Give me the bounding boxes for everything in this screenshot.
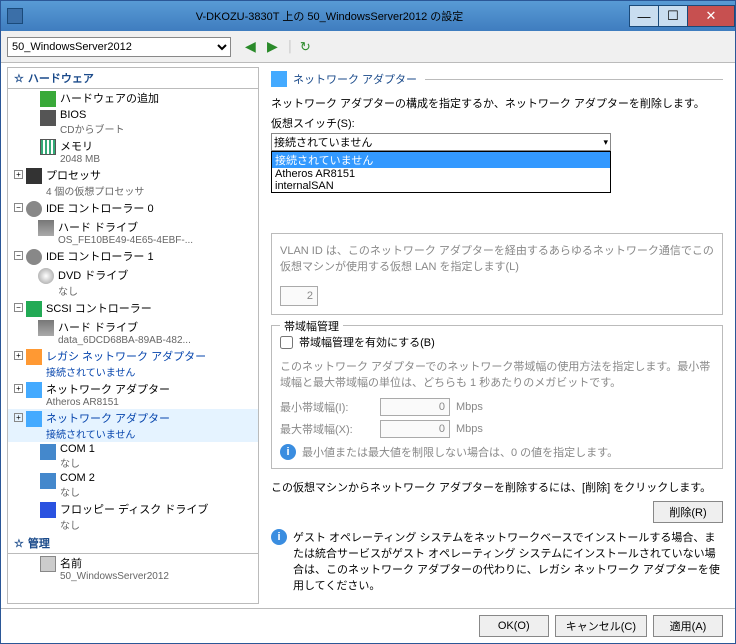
sidebar-item-processor[interactable]: +プロセッサ4 個の仮想プロセッサ (8, 166, 258, 199)
legacy-nic-icon (26, 349, 42, 365)
sidebar-item-memory[interactable]: メモリ2048 MB (8, 137, 258, 166)
ide-icon (26, 249, 42, 265)
memory-icon (40, 139, 56, 155)
nic-icon (26, 382, 42, 398)
nic-icon (271, 71, 287, 87)
sidebar-item-nic-disconnected[interactable]: +ネットワーク アダプター接続されていません (8, 409, 258, 442)
cancel-button[interactable]: キャンセル(C) (555, 615, 647, 637)
vswitch-label: 仮想スイッチ(S): (271, 115, 723, 131)
bandwidth-checkbox-label: 帯域幅管理を有効にする(B) (299, 334, 435, 350)
bandwidth-desc: このネットワーク アダプターでのネットワーク帯域幅の使用方法を指定します。最小帯… (280, 358, 714, 390)
app-icon (7, 8, 23, 24)
name-icon (40, 556, 56, 572)
footer-note: ゲスト オペレーティング システムをネットワークベースでインストールする場合、ま… (293, 529, 723, 593)
expand-icon[interactable]: + (14, 413, 23, 422)
titlebar[interactable]: V-DKOZU-3830T 上の 50_WindowsServer2012 の設… (1, 1, 735, 31)
collapse-icon[interactable]: − (14, 303, 23, 312)
bandwidth-checkbox[interactable] (280, 336, 293, 349)
maximize-button[interactable]: ☐ (658, 5, 688, 27)
min-bw-input (380, 398, 450, 416)
bios-icon (40, 110, 56, 126)
vlan-group: VLAN ID は、このネットワーク アダプターを経由するあらゆるネットワーク通… (271, 233, 723, 315)
vm-selector[interactable]: 50_WindowsServer2012 (7, 37, 231, 57)
ok-button[interactable]: OK(O) (479, 615, 549, 637)
info-icon: i (280, 444, 296, 460)
sidebar-item-hdd0[interactable]: ハード ドライブOS_FE10BE49-4E65-4EBF-... (8, 218, 258, 247)
vlan-id-input (280, 286, 318, 306)
bandwidth-title: 帯域幅管理 (280, 318, 343, 334)
processor-icon (26, 168, 42, 184)
hardware-section-header[interactable]: ☆ ハードウェア (8, 68, 258, 89)
expand-icon[interactable]: + (14, 351, 23, 360)
max-bw-label: 最大帯域幅(X): (280, 421, 380, 437)
sidebar-item-scsi[interactable]: −SCSI コントローラー (8, 299, 258, 318)
nav-forward-icon[interactable]: ▶ (267, 38, 285, 56)
remove-text: この仮想マシンからネットワーク アダプターを削除するには、[削除] をクリックし… (271, 479, 723, 495)
collapse-icon[interactable]: − (14, 251, 23, 260)
remove-button[interactable]: 削除(R) (653, 501, 723, 523)
info-icon: i (271, 529, 287, 545)
floppy-icon (40, 502, 56, 518)
sidebar-item-ide1[interactable]: −IDE コントローラー 1 (8, 247, 258, 266)
sidebar-item-ide0[interactable]: −IDE コントローラー 0 (8, 199, 258, 218)
serial-port-icon (40, 473, 56, 489)
sidebar-item-floppy[interactable]: フロッピー ディスク ドライブなし (8, 500, 258, 533)
ide-icon (26, 201, 42, 217)
sidebar-item-hdd1[interactable]: ハード ドライブdata_6DCD68BA-89AB-482... (8, 318, 258, 347)
nav-back-icon[interactable]: ◀ (245, 38, 263, 56)
chevron-down-icon: ▾ (603, 137, 608, 148)
sidebar-item-add-hardware[interactable]: ハードウェアの追加 (8, 89, 258, 108)
serial-port-icon (40, 444, 56, 460)
sidebar-item-name[interactable]: 名前50_WindowsServer2012 (8, 554, 258, 583)
vswitch-select[interactable]: 接続されていません▾ (271, 133, 611, 151)
sidebar-item-com1[interactable]: COM 1なし (8, 442, 258, 471)
vswitch-dropdown[interactable]: 接続されていません Atheros AR8151 internalSAN (271, 151, 611, 193)
sidebar-item-legacy-nic[interactable]: +レガシ ネットワーク アダプター接続されていません (8, 347, 258, 380)
minimize-button[interactable]: — (629, 5, 659, 27)
add-hardware-icon (40, 91, 56, 107)
vswitch-option[interactable]: Atheros AR8151 (272, 168, 610, 180)
vswitch-option[interactable]: internalSAN (272, 180, 610, 192)
main-header: ネットワーク アダプター (271, 71, 723, 87)
dialog-footer: OK(O) キャンセル(C) 適用(A) (1, 608, 735, 643)
sidebar-item-nic-atheros[interactable]: +ネットワーク アダプターAtheros AR8151 (8, 380, 258, 409)
min-bw-label: 最小帯域幅(I): (280, 399, 380, 415)
hard-drive-icon (38, 320, 54, 336)
collapse-icon[interactable]: − (14, 203, 23, 212)
sidebar-item-dvd[interactable]: DVD ドライブなし (8, 266, 258, 299)
max-bw-input (380, 420, 450, 438)
sidebar-item-com2[interactable]: COM 2なし (8, 471, 258, 500)
scsi-icon (26, 301, 42, 317)
bandwidth-group: 帯域幅管理 帯域幅管理を有効にする(B) このネットワーク アダプターでのネット… (271, 325, 723, 469)
close-button[interactable]: ✕ (687, 5, 735, 27)
vlan-desc: VLAN ID は、このネットワーク アダプターを経由するあらゆるネットワーク通… (280, 242, 714, 274)
window-title: V-DKOZU-3830T 上の 50_WindowsServer2012 の設… (29, 8, 630, 24)
hard-drive-icon (38, 220, 54, 236)
sidebar-item-bios[interactable]: BIOSCDからブート (8, 108, 258, 137)
main-description: ネットワーク アダプターの構成を指定するか、ネットワーク アダプターを削除します… (271, 95, 723, 111)
bandwidth-note: 最小値または最大値を制限しない場合は、0 の値を指定します。 (302, 444, 618, 460)
sidebar[interactable]: ☆ ハードウェア ハードウェアの追加 BIOSCDからブート メモリ2048 M… (7, 67, 259, 604)
expand-icon[interactable]: + (14, 170, 23, 179)
nic-icon (26, 411, 42, 427)
toolbar: 50_WindowsServer2012 ◀ ▶ │ ↻ (1, 31, 735, 63)
expand-icon[interactable]: + (14, 384, 23, 393)
vswitch-option[interactable]: 接続されていません (272, 152, 610, 168)
dvd-icon (38, 268, 54, 284)
main-panel: ネットワーク アダプター ネットワーク アダプターの構成を指定するか、ネットワー… (259, 63, 735, 608)
reload-icon[interactable]: ↻ (300, 39, 311, 55)
management-section-header[interactable]: ☆ 管理 (8, 533, 258, 554)
apply-button[interactable]: 適用(A) (653, 615, 723, 637)
